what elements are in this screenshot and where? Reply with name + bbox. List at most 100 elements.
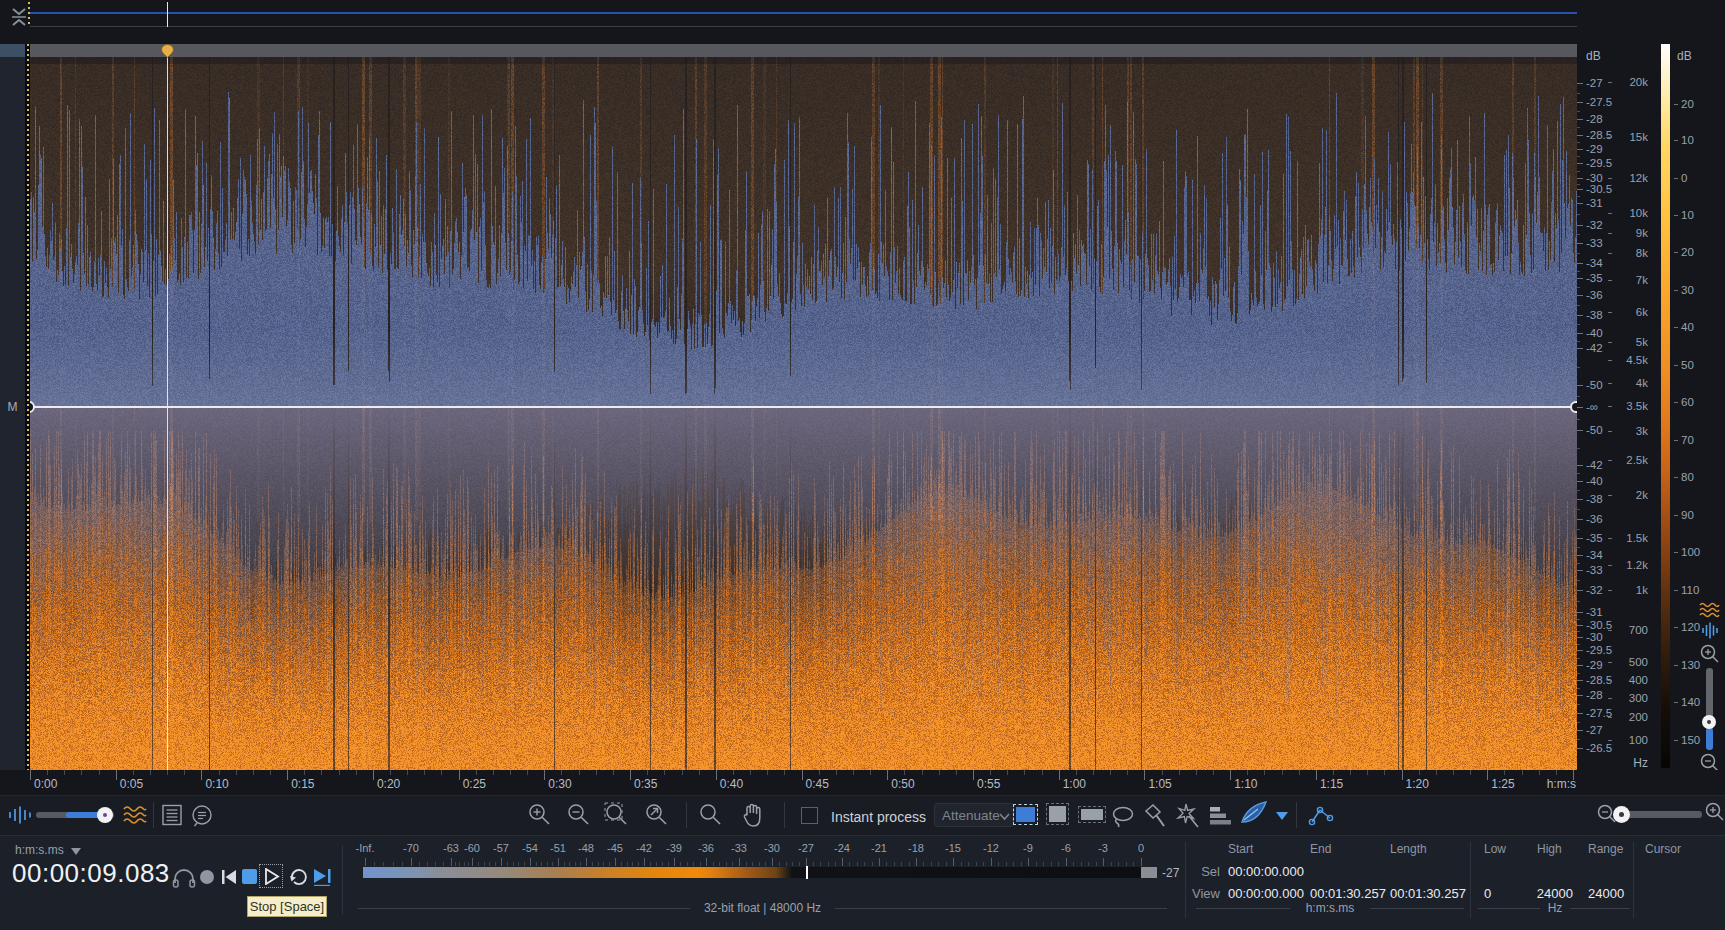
record-button[interactable] xyxy=(200,870,214,884)
wave-db-label: -30 xyxy=(1586,631,1603,643)
comment-bubble-icon[interactable] xyxy=(190,804,214,828)
ruler-label: 0:05 xyxy=(120,777,143,791)
wave-db-label: -32 xyxy=(1586,219,1603,231)
freq-range-value[interactable]: 24000 xyxy=(1588,886,1624,901)
wave-db-tick xyxy=(1577,225,1583,226)
wave-db-label: -50 xyxy=(1586,424,1603,436)
view-end-value[interactable]: 00:01:30.257 xyxy=(1310,886,1386,901)
legend-tick xyxy=(1674,178,1678,179)
collapse-panel-icon[interactable] xyxy=(9,5,29,29)
ruler-tick xyxy=(1007,770,1008,775)
play-button[interactable] xyxy=(259,864,283,888)
freq-selection-tool[interactable] xyxy=(1081,809,1103,820)
waveform-view-icon[interactable] xyxy=(1701,622,1719,639)
curve-nodes-tool[interactable] xyxy=(1306,802,1336,828)
search-magnifier-icon[interactable] xyxy=(698,802,724,828)
freq-tick xyxy=(1608,630,1612,631)
waveform-overview-strip[interactable] xyxy=(0,0,1725,33)
ruler-tick xyxy=(356,770,357,775)
ruler-tick xyxy=(1316,770,1317,780)
meter-scale-label: -30 xyxy=(754,842,790,854)
wave-db-tick xyxy=(1577,295,1583,296)
playhead-marker-pin[interactable] xyxy=(161,44,174,58)
feather-dropdown-arrow[interactable] xyxy=(1274,810,1290,822)
skip-to-start-button[interactable] xyxy=(220,868,238,886)
freq-high-value[interactable]: 24000 xyxy=(1525,886,1573,901)
ruler-tick xyxy=(1367,770,1368,775)
amplitude-zoom-icon[interactable] xyxy=(8,806,34,824)
time-format-dropdown-arrow[interactable] xyxy=(70,847,82,856)
spectrogram-legend-bar[interactable] xyxy=(1661,44,1670,768)
brush-tool[interactable] xyxy=(1143,803,1168,828)
wave-db-tick xyxy=(1577,163,1583,164)
horizontal-zoom-slider-thumb[interactable] xyxy=(1613,806,1630,823)
magic-wand-tool[interactable] xyxy=(1175,802,1201,828)
freq-tick xyxy=(1608,360,1612,361)
zoom-out-time-icon[interactable] xyxy=(566,802,592,828)
format-info: 32-bit float | 48000 Hz xyxy=(690,901,835,916)
playhead-line[interactable] xyxy=(167,57,168,770)
marker-bar[interactable] xyxy=(30,44,1577,57)
ruler-tick xyxy=(1110,770,1111,775)
sel-header-start: Start xyxy=(1228,842,1253,856)
freq-label: 20k xyxy=(1614,76,1648,88)
legend-tick xyxy=(1674,140,1678,141)
vertical-zoom-slider-thumb[interactable] xyxy=(1702,715,1716,729)
play-from-marker-button[interactable] xyxy=(312,867,334,886)
waveform-center-line[interactable] xyxy=(30,406,1577,408)
selection-edge-line[interactable] xyxy=(27,44,29,770)
zoom-in-time-icon[interactable] xyxy=(527,802,553,828)
zoom-to-selection-icon[interactable] xyxy=(604,802,630,828)
time-selection-tool[interactable] xyxy=(1016,807,1035,822)
zoom-fit-icon[interactable] xyxy=(644,802,670,828)
time-format-selector[interactable]: h:m:s.ms xyxy=(15,843,64,857)
sel-start-value[interactable]: 00:00:00.000 xyxy=(1228,864,1304,879)
time-ruler[interactable] xyxy=(0,770,1725,795)
freq-label: 9k xyxy=(1614,227,1648,239)
spectrogram-view[interactable] xyxy=(30,44,1577,770)
time-freq-selection-tool[interactable] xyxy=(1049,806,1066,822)
chevron-down-icon xyxy=(999,813,1010,821)
horizontal-zoom-slider-track[interactable] xyxy=(1620,811,1702,818)
overview-playhead[interactable] xyxy=(167,2,168,27)
loop-playback-button[interactable] xyxy=(288,866,310,886)
wave-db-tick xyxy=(1577,243,1583,244)
spectrogram-canvas[interactable] xyxy=(30,57,1577,770)
view-length-value[interactable]: 00:01:30.257 xyxy=(1390,886,1466,901)
meter-tick xyxy=(772,858,773,866)
freq-tick xyxy=(1608,383,1612,384)
spectrogram-view-icon[interactable] xyxy=(1699,601,1720,618)
amplitude-slider-thumb[interactable] xyxy=(97,807,113,823)
meter-minor-tick xyxy=(1081,862,1082,866)
module-dropdown[interactable]: Attenuate xyxy=(934,803,1014,827)
center-line-right-handle[interactable] xyxy=(1570,401,1577,413)
view-start-value[interactable]: 00:00:00.000 xyxy=(1228,886,1304,901)
legend-tick xyxy=(1674,552,1678,553)
freq-low-value[interactable]: 0 xyxy=(1484,886,1491,901)
level-meter-bar[interactable] xyxy=(363,867,1157,878)
meter-minor-tick xyxy=(849,862,850,866)
hand-pan-tool[interactable] xyxy=(739,801,767,829)
meter-minor-tick xyxy=(598,862,599,866)
lasso-tool[interactable] xyxy=(1111,806,1135,828)
meter-minor-tick xyxy=(1111,862,1112,866)
meter-minor-tick xyxy=(374,862,375,866)
instant-process-label: Instant process xyxy=(831,809,926,825)
ruler-tick xyxy=(1179,770,1180,775)
ruler-tick xyxy=(510,770,511,775)
monitor-headphones-icon[interactable] xyxy=(171,867,197,889)
legend-tick xyxy=(1674,327,1678,328)
document-list-icon[interactable] xyxy=(161,804,183,826)
layers-tool[interactable] xyxy=(1208,805,1234,827)
feather-brush-tool[interactable] xyxy=(1238,800,1270,828)
meter-tick xyxy=(615,858,616,866)
ruler-tick xyxy=(1076,770,1077,775)
horizontal-zoom-in-icon[interactable] xyxy=(1704,801,1725,823)
ruler-tick xyxy=(990,770,991,775)
stop-button[interactable] xyxy=(242,869,257,884)
wave-db-minor-tick xyxy=(1577,341,1580,342)
meter-tick xyxy=(530,858,531,866)
spectrogram-settings-icon[interactable] xyxy=(122,804,148,826)
vertical-zoom-in-icon[interactable] xyxy=(1699,643,1721,665)
instant-process-checkbox[interactable] xyxy=(801,807,818,824)
